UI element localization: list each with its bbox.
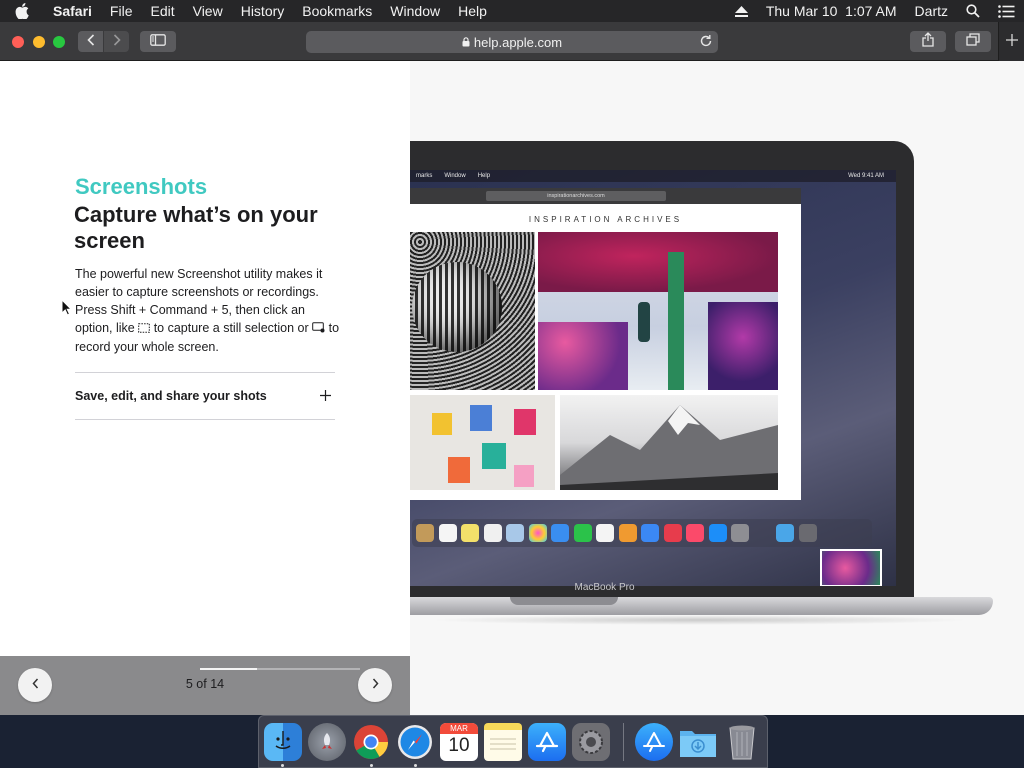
- calendar-month: MAR: [440, 723, 478, 734]
- screenshot-thumbnail: [820, 549, 882, 586]
- laptop-model-label: MacBook Pro: [574, 582, 635, 593]
- next-slide-button[interactable]: [358, 668, 392, 702]
- selection-capture-icon: [138, 320, 151, 338]
- screen-record-icon: [312, 320, 325, 338]
- finder-icon[interactable]: [264, 723, 302, 761]
- reload-icon[interactable]: [699, 34, 713, 48]
- downloads-folder-icon[interactable]: [679, 723, 717, 761]
- accordion-save-edit-share[interactable]: Save, edit, and share your shots: [75, 373, 335, 419]
- mini-site-title: INSPIRATION ARCHIVES: [528, 215, 683, 224]
- macbook-base: [410, 597, 993, 615]
- notification-list-icon[interactable]: [989, 4, 1024, 18]
- pager-progress-track: [200, 668, 360, 670]
- page-title: Capture what’s on your screen: [74, 202, 318, 253]
- notes-icon[interactable]: [484, 723, 522, 761]
- art-tile-cubes: [410, 395, 555, 490]
- eject-icon[interactable]: [726, 5, 757, 17]
- mouse-cursor-icon: [61, 298, 73, 321]
- app-store-icon[interactable]: [528, 723, 566, 761]
- web-page: Screenshots Capture what’s on your scree…: [0, 61, 1024, 715]
- launchpad-icon[interactable]: [308, 723, 346, 761]
- macbook-shadow: [430, 615, 970, 625]
- new-tab-button[interactable]: [998, 22, 1024, 61]
- tabs-overview-icon: [966, 32, 980, 51]
- macbook-base-notch: [510, 597, 618, 605]
- mini-browser-window: inspirationarchives.com INSPIRATION ARCH…: [410, 188, 801, 500]
- menubar-user[interactable]: Dartz: [906, 3, 957, 19]
- body-text-2: to capture a still selection or: [150, 321, 313, 335]
- dock-separator: [623, 723, 624, 761]
- safari-toolbar: help.apple.com: [0, 22, 1024, 61]
- address-url: help.apple.com: [473, 34, 563, 50]
- spotlight-search-icon[interactable]: [957, 4, 989, 18]
- menu-help[interactable]: Help: [449, 0, 496, 22]
- sidebar-button[interactable]: [140, 31, 176, 52]
- running-indicator: [414, 764, 417, 767]
- running-indicator: [281, 764, 284, 767]
- safari-icon[interactable]: [396, 723, 434, 761]
- menu-history[interactable]: History: [232, 0, 294, 22]
- back-button[interactable]: [78, 31, 103, 52]
- menu-window[interactable]: Window: [381, 0, 449, 22]
- lock-icon: [462, 37, 470, 47]
- back-icon: [86, 33, 95, 51]
- apple-icon[interactable]: [0, 3, 44, 19]
- forward-button[interactable]: [104, 31, 129, 52]
- menu-file[interactable]: File: [101, 0, 142, 22]
- accordion-divider-bottom: [75, 419, 335, 420]
- mini-toolbar: inspirationarchives.com: [410, 188, 801, 204]
- mini-menu-item: marks: [416, 173, 433, 179]
- running-indicator: [370, 764, 373, 767]
- menu-bar: Safari File Edit View History Bookmarks …: [0, 0, 1024, 22]
- section-eyebrow: Screenshots: [75, 174, 208, 199]
- tabs-overview-button[interactable]: [955, 31, 991, 52]
- art-tile-mountains: [560, 395, 778, 490]
- system-preferences-icon[interactable]: [572, 723, 610, 761]
- menu-view[interactable]: View: [184, 0, 232, 22]
- mini-dock: [412, 519, 872, 547]
- mini-address-bar: inspirationarchives.com: [486, 191, 666, 201]
- chevron-right-icon: [372, 676, 379, 694]
- accordion-title: Save, edit, and share your shots: [75, 389, 267, 403]
- pager-progress-fill: [200, 668, 258, 670]
- calendar-day: 10: [448, 735, 470, 756]
- plus-icon[interactable]: [320, 386, 335, 406]
- address-bar[interactable]: help.apple.com: [306, 31, 718, 53]
- chevron-left-icon: [31, 676, 39, 694]
- new-tab-icon: [1005, 33, 1018, 51]
- share-icon: [922, 31, 934, 52]
- trash-icon[interactable]: [723, 723, 761, 761]
- article-body: The powerful new Screenshot utility make…: [75, 265, 345, 356]
- mini-menu-item: Help: [477, 173, 491, 179]
- slide-counter: 5 of 14: [185, 677, 225, 691]
- menu-app-name[interactable]: Safari: [44, 0, 101, 22]
- mini-menu-bar: marks Window Help Wed 9:41 AM: [410, 170, 896, 182]
- macbook-screen-illustration: marks Window Help Wed 9:41 AM inspiratio…: [410, 170, 896, 586]
- sidebar-icon: [150, 33, 166, 51]
- app-store-downloads-icon[interactable]: [635, 723, 673, 761]
- mini-menu-item: Window: [444, 173, 466, 179]
- gallery-pager: 5 of 14: [0, 656, 410, 715]
- share-button[interactable]: [910, 31, 946, 52]
- art-tile-sphere: [410, 232, 535, 390]
- window-close-button[interactable]: [12, 36, 24, 48]
- window-minimize-button[interactable]: [33, 36, 45, 48]
- dock: MAR 10: [258, 715, 768, 768]
- calendar-icon[interactable]: MAR 10: [440, 723, 478, 761]
- article-panel: Screenshots Capture what’s on your scree…: [0, 61, 410, 715]
- menu-edit[interactable]: Edit: [141, 0, 183, 22]
- mini-clock: Wed 9:41 AM: [848, 173, 884, 179]
- art-tile-forest: [538, 232, 778, 390]
- menubar-clock[interactable]: Thu Mar 10 1:07 AM: [757, 3, 906, 19]
- window-fullscreen-button[interactable]: [53, 36, 65, 48]
- menu-bookmarks[interactable]: Bookmarks: [293, 0, 381, 22]
- chrome-icon[interactable]: [352, 723, 390, 761]
- previous-slide-button[interactable]: [18, 668, 52, 702]
- forward-icon: [113, 33, 121, 51]
